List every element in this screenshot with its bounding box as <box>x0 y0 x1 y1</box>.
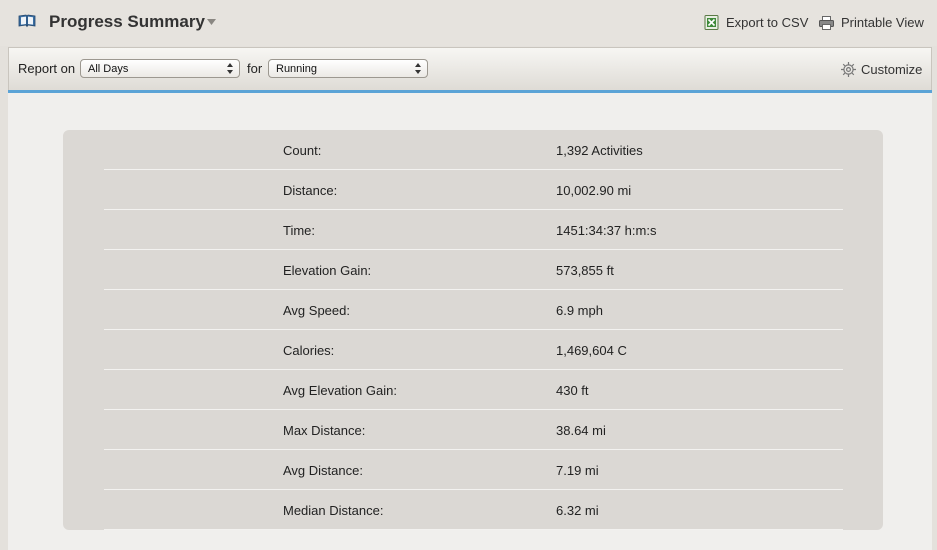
summary-row-value: 1,469,604 C <box>556 343 627 358</box>
summary-row-value: 10,002.90 mi <box>556 183 632 198</box>
summary-row: Median Distance: 6.32 mi <box>104 490 843 530</box>
summary-row: Distance: 10,002.90 mi <box>104 170 843 210</box>
summary-row-label: Avg Speed: <box>283 303 350 318</box>
summary-row-label: Distance: <box>283 183 338 198</box>
summary-row-label: Elevation Gain: <box>283 263 372 278</box>
export-csv-label: Export to CSV <box>726 15 809 30</box>
customize-button[interactable]: Customize <box>840 61 922 78</box>
summary-row-value: 7.19 mi <box>556 463 599 478</box>
summary-row-label: Max Distance: <box>283 423 366 438</box>
summary-row: Max Distance: 38.64 mi <box>104 410 843 450</box>
summary-row-value: 430 ft <box>556 383 589 398</box>
book-icon <box>18 14 36 28</box>
summary-row: Avg Speed: 6.9 mph <box>104 290 843 330</box>
printer-icon <box>819 15 834 30</box>
summary-row-value: 38.64 mi <box>556 423 606 438</box>
select-arrows-icon <box>227 63 233 74</box>
period-select[interactable]: All Days <box>80 59 240 78</box>
period-select-value: All Days <box>88 63 129 75</box>
summary-row-label: Median Distance: <box>283 503 384 518</box>
page-title: Progress Summary <box>49 12 205 31</box>
summary-row-value: 573,855 ft <box>556 263 614 278</box>
for-label: for <box>247 61 263 76</box>
report-toolbar: Report on All Days for Running Customize <box>8 47 932 91</box>
select-arrows-icon <box>415 63 421 74</box>
summary-row: Time: 1451:34:37 h:m:s <box>104 210 843 250</box>
summary-row-label: Time: <box>283 223 316 238</box>
summary-row: Calories: 1,469,604 C <box>104 330 843 370</box>
report-content: Count: 1,392 Activities Distance: 10,002.90… <box>8 93 932 550</box>
activity-select-value: Running <box>276 63 317 75</box>
summary-row-label: Count: <box>283 143 322 158</box>
summary-row: Avg Elevation Gain: 430 ft <box>104 370 843 410</box>
spreadsheet-icon <box>704 15 719 30</box>
export-csv-link[interactable]: Export to CSV <box>704 15 808 30</box>
summary-card: Count: 1,392 Activities Distance: 10,002.90… <box>63 130 883 530</box>
summary-row-label: Avg Distance: <box>283 463 363 478</box>
summary-row-value: 1,392 Activities <box>556 143 643 158</box>
customize-label: Customize <box>861 62 923 77</box>
chevron-down-icon[interactable] <box>207 19 216 25</box>
report-on-label: Report on <box>18 61 76 76</box>
summary-row-value: 1451:34:37 h:m:s <box>556 223 657 238</box>
activity-select[interactable]: Running <box>268 59 428 78</box>
printable-view-label: Printable View <box>841 15 924 30</box>
printable-view-link[interactable]: Printable View <box>819 15 924 30</box>
gear-icon <box>841 62 856 77</box>
summary-row: Avg Distance: 7.19 mi <box>104 450 843 490</box>
summary-row-value: 6.32 mi <box>556 503 599 518</box>
summary-row-label: Avg Elevation Gain: <box>283 383 397 398</box>
summary-row: Elevation Gain: 573,855 ft <box>104 250 843 290</box>
summary-row: Count: 1,392 Activities <box>104 130 843 170</box>
title-bar: Progress Summary Export to CSV Printable… <box>0 0 937 46</box>
summary-row-value: 6.9 mph <box>556 303 603 318</box>
summary-row-label: Calories: <box>283 343 335 358</box>
